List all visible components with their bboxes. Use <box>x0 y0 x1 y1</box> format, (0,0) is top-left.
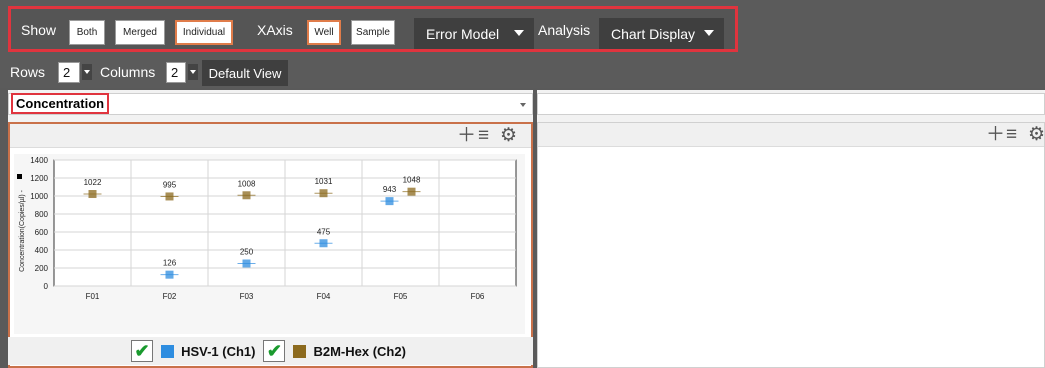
data-point <box>88 190 97 199</box>
data-point <box>242 259 251 268</box>
chart-plot-area: 0 200 400 600 800 1000 1200 1400 F01 F02 F03 F04 F05… <box>14 154 525 334</box>
error-model-dropdown[interactable]: Error Model <box>414 18 534 49</box>
data-point <box>165 270 174 279</box>
show-both-button[interactable]: Both <box>69 20 105 45</box>
y-tick-label: 400 <box>35 246 49 255</box>
rows-chevron-down-icon[interactable] <box>82 64 92 80</box>
data-point <box>319 189 328 198</box>
gear-icon[interactable]: ⚙ <box>500 126 517 146</box>
data-point <box>385 197 394 206</box>
y-tick-label: 1200 <box>30 174 48 183</box>
x-tick-label: F04 <box>317 292 331 301</box>
chart-display-dropdown[interactable]: Chart Display <box>599 18 724 49</box>
x-tick-label: F03 <box>240 292 254 301</box>
rows-label: Rows <box>10 64 46 80</box>
list-icon[interactable]: ≡ <box>1006 125 1017 145</box>
error-model-label: Error Model <box>426 25 500 42</box>
chevron-down-icon <box>514 30 524 36</box>
chart-container: ＋ ≡ ⚙ 0 200 400 600 800 1000 1200 1400 F01 F02 F03… <box>8 122 533 368</box>
chart-toolbar-right: ＋ ≡ ⚙ <box>538 123 1045 147</box>
chart-toolbar: ＋ ≡ ⚙ <box>10 124 531 148</box>
x-tick-label: F01 <box>86 292 100 301</box>
data-label: 126 <box>163 259 177 268</box>
default-view-button[interactable]: Default View <box>202 60 288 86</box>
show-label: Show <box>21 22 57 38</box>
layout-toolbar: Rows 2 Columns 2 Default View <box>0 56 1045 88</box>
display-options-group: Show Both Merged Individual XAxis Well S… <box>8 6 738 52</box>
gear-icon[interactable]: ⚙ <box>1028 125 1045 145</box>
rows-select[interactable]: 2 <box>58 62 80 83</box>
chart-container-right: ＋ ≡ ⚙ <box>537 122 1045 368</box>
chevron-down-icon <box>520 103 526 107</box>
chart-pane-right: ＋ ≡ ⚙ <box>537 90 1045 368</box>
xaxis-well-button[interactable]: Well <box>307 20 341 45</box>
data-label: 1022 <box>84 178 102 187</box>
plus-icon[interactable]: ＋ <box>457 126 476 146</box>
data-label: 1031 <box>315 177 333 186</box>
show-merged-button[interactable]: Merged <box>115 20 165 45</box>
legend-label-b2m: B2M-Hex (Ch2) <box>313 343 406 359</box>
columns-chevron-down-icon[interactable] <box>188 64 198 80</box>
data-label: 943 <box>383 185 397 194</box>
chart-display-label: Chart Display <box>611 25 696 42</box>
chevron-down-icon <box>704 30 714 36</box>
list-icon[interactable]: ≡ <box>478 126 489 146</box>
data-label: 995 <box>163 180 177 189</box>
x-tick-label: F02 <box>163 292 177 301</box>
data-point <box>242 191 251 200</box>
xaxis-sample-button[interactable]: Sample <box>351 20 395 45</box>
x-tick-label: F05 <box>394 292 408 301</box>
b2m-swatch <box>293 344 307 358</box>
data-point <box>165 192 174 201</box>
hsv1-swatch <box>161 344 175 358</box>
y-tick-label: 200 <box>35 264 49 273</box>
data-label: 250 <box>240 248 254 257</box>
data-label: 1008 <box>238 179 256 188</box>
y-axis-marker <box>17 174 22 179</box>
data-point <box>407 187 416 196</box>
xaxis-label: XAxis <box>257 22 293 38</box>
measure-select-right[interactable] <box>537 93 1045 115</box>
y-tick-label: 600 <box>35 228 49 237</box>
b2m-checkbox[interactable]: ✔ <box>263 340 286 362</box>
y-tick-label: 1000 <box>30 192 48 201</box>
y-tick-label: 1400 <box>30 156 48 165</box>
legend-label-hsv1: HSV-1 (Ch1) <box>181 343 256 359</box>
show-individual-button[interactable]: Individual <box>175 20 233 45</box>
columns-select[interactable]: 2 <box>166 62 186 83</box>
analysis-label: Analysis <box>538 22 591 38</box>
y-axis-label: Concentration(Copies/µl) - <box>19 189 26 272</box>
hsv1-checkbox[interactable]: ✔ <box>131 340 154 362</box>
chart-pane-left: Concentration ＋ ≡ ⚙ 0 200 400 600 800 1000 120… <box>8 90 533 368</box>
data-point <box>319 239 328 248</box>
data-label: 475 <box>317 227 331 236</box>
y-tick-label: 0 <box>44 282 49 291</box>
scatter-chart: 0 200 400 600 800 1000 1200 1400 F01 F02 F03 F04 F05… <box>17 156 517 301</box>
chart-legend: ✔ HSV-1 (Ch1) ✔ B2M-Hex (Ch2) <box>8 337 533 365</box>
x-tick-label: F06 <box>471 292 485 301</box>
data-label: 1048 <box>403 176 421 185</box>
main-toolbar: Show Both Merged Individual XAxis Well S… <box>0 0 1045 56</box>
measure-select-value: Concentration <box>11 93 110 114</box>
app-window: Show Both Merged Individual XAxis Well S… <box>0 0 1045 368</box>
plus-icon[interactable]: ＋ <box>986 125 1005 145</box>
columns-label: Columns <box>100 64 156 80</box>
y-tick-label: 800 <box>35 210 49 219</box>
